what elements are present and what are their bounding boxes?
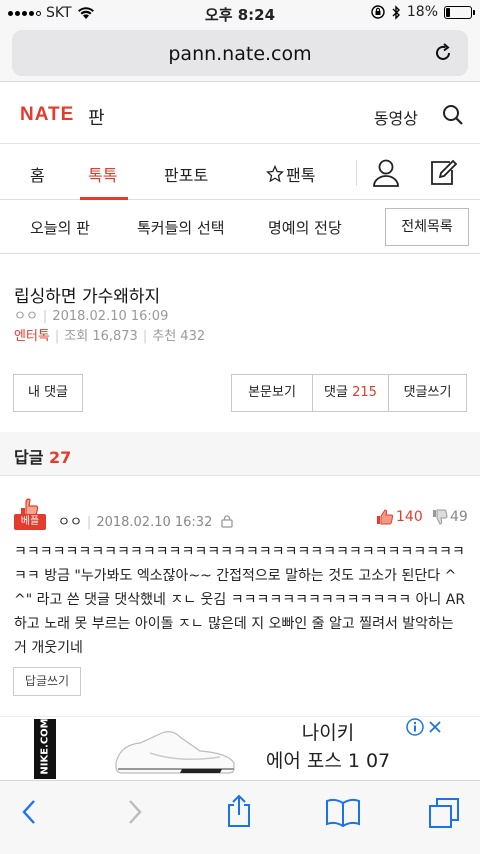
view-body-button[interactable]: 본문보기 — [231, 374, 313, 412]
write-icon[interactable] — [428, 158, 458, 188]
article-meta-stats: 엔터톡 | 조회 16,873 | 추천 432 — [14, 329, 206, 344]
subnav-talkers-choice[interactable]: 톡커들의 선택 — [137, 217, 225, 238]
article-title: 립싱하면 가수왜하지 — [14, 287, 161, 307]
dislike-button[interactable]: 49 — [432, 509, 468, 525]
battery-icon — [444, 5, 475, 19]
url-text: pann.nate.com — [168, 43, 312, 65]
tab-divider — [356, 160, 357, 186]
all-list-button[interactable]: 전체목록 — [385, 208, 469, 246]
status-bar: SKT 오후 8:24 18% — [0, 0, 480, 26]
share-icon[interactable] — [225, 793, 253, 829]
ad-text: 나이키 에어 포스 1 07 — [248, 719, 408, 775]
rotation-lock-icon — [371, 5, 385, 19]
recommend-count: 432 — [180, 329, 206, 344]
battery-percent: 18% — [406, 4, 438, 20]
ad-close-icon[interactable] — [426, 718, 444, 736]
article-header: 립싱하면 가수왜하지 ㅇㅇ | 2018.02.10 16:09 엔터톡 | 조회 16… — [0, 254, 480, 432]
comment-text: ㅋㅋㅋㅋㅋㅋㅋㅋㅋㅋㅋㅋㅋㅋㅋㅋㅋㅋㅋㅋㅋㅋㅋㅋㅋㅋㅋㅋㅋㅋㅋㅋㅋㅋㅋㅋㅋ 방금… — [14, 544, 466, 656]
pann-logo[interactable]: 판 — [88, 104, 105, 130]
browser-toolbar — [0, 780, 480, 854]
bookmarks-icon[interactable] — [325, 797, 361, 827]
ad-brand-logo: NIKE.COM — [34, 718, 56, 779]
best-comment: 베플 ㅇㅇ | 2018.02.10 16:32 140 49 ㅋㅋㅋㅋㅋㅋㅋㅋㅋㅋ… — [0, 476, 480, 716]
address-bar[interactable]: pann.nate.com — [12, 30, 468, 76]
video-link[interactable]: 동영상 — [374, 105, 418, 129]
subnav-hall-of-fame[interactable]: 명예의 전당 — [268, 217, 342, 238]
ad-line1: 나이키 — [301, 722, 355, 744]
ad-info-icon[interactable] — [406, 718, 424, 736]
comment-date: 2018.02.10 16:32 — [96, 515, 213, 530]
replies-title: 답글 27 — [14, 444, 71, 468]
article-meta-author: ㅇㅇ | 2018.02.10 16:09 — [14, 309, 169, 324]
write-comment-button[interactable]: 댓글쓰기 — [388, 374, 467, 412]
comment-author: ㅇㅇ — [58, 515, 82, 530]
write-reply-button[interactable]: 답글쓰기 — [13, 667, 81, 696]
comments-button[interactable]: 댓글 215 — [312, 374, 389, 412]
article-date: 2018.02.10 16:09 — [52, 309, 169, 324]
user-icon[interactable] — [372, 158, 400, 188]
dislike-count: 49 — [450, 509, 468, 525]
nate-logo[interactable]: NATE — [20, 104, 74, 126]
best-comment-badge: 베플 — [14, 514, 46, 530]
comments-count: 215 — [352, 385, 377, 400]
views-label: 조회 — [64, 329, 89, 344]
tab-home[interactable]: 홈 — [30, 162, 45, 186]
search-icon[interactable] — [442, 104, 464, 126]
star-icon — [266, 165, 284, 183]
replies-header: 답글 27 — [0, 432, 480, 476]
views-count: 16,873 — [92, 329, 138, 344]
article-author: ㅇㅇ — [14, 309, 38, 324]
tabs-icon[interactable] — [428, 797, 460, 829]
site-header: NATE 판 동영상 — [0, 82, 480, 144]
ad-line2: 에어 포스 1 07 — [265, 750, 391, 772]
ad-banner[interactable]: NIKE.COM 나이키 에어 포스 1 07 — [0, 716, 480, 780]
sub-nav: 오늘의 판 톡커들의 선택 명예의 전당 전체목록 — [0, 200, 480, 254]
article-category[interactable]: 엔터톡 — [14, 329, 50, 344]
replies-count: 27 — [49, 448, 72, 467]
ad-brand-text: NIKE.COM — [39, 718, 51, 775]
bluetooth-icon — [392, 4, 400, 20]
tab-pannphoto[interactable]: 판포토 — [164, 162, 208, 186]
tab-fantalk[interactable]: 팬톡 — [266, 162, 315, 186]
reload-icon[interactable] — [432, 42, 454, 64]
comment-meta: ㅇㅇ | 2018.02.10 16:32 — [58, 511, 234, 530]
thumbs-up-icon — [377, 509, 394, 525]
recommend-label: 추천 — [152, 329, 177, 344]
replies-label: 답글 — [14, 448, 44, 467]
my-comments-button[interactable]: 내 댓글 — [13, 374, 83, 412]
browser-address-area: pann.nate.com — [0, 26, 480, 82]
thumbs-down-icon — [433, 509, 448, 525]
forward-icon[interactable] — [124, 797, 146, 827]
like-count: 140 — [396, 509, 423, 525]
back-icon[interactable] — [18, 797, 40, 827]
subnav-today[interactable]: 오늘의 판 — [30, 217, 90, 238]
report-icon[interactable] — [220, 514, 234, 528]
main-tabs: 홈 톡톡 판포토 팬톡 — [0, 144, 480, 200]
tab-fantalk-label: 팬톡 — [286, 166, 316, 185]
comments-label: 댓글 — [324, 385, 348, 400]
status-right: 18% — [371, 4, 475, 20]
like-button[interactable]: 140 — [376, 509, 423, 525]
sneaker-image — [115, 731, 235, 774]
tab-toktok[interactable]: 톡톡 — [88, 162, 117, 186]
battery-fill — [446, 7, 451, 17]
